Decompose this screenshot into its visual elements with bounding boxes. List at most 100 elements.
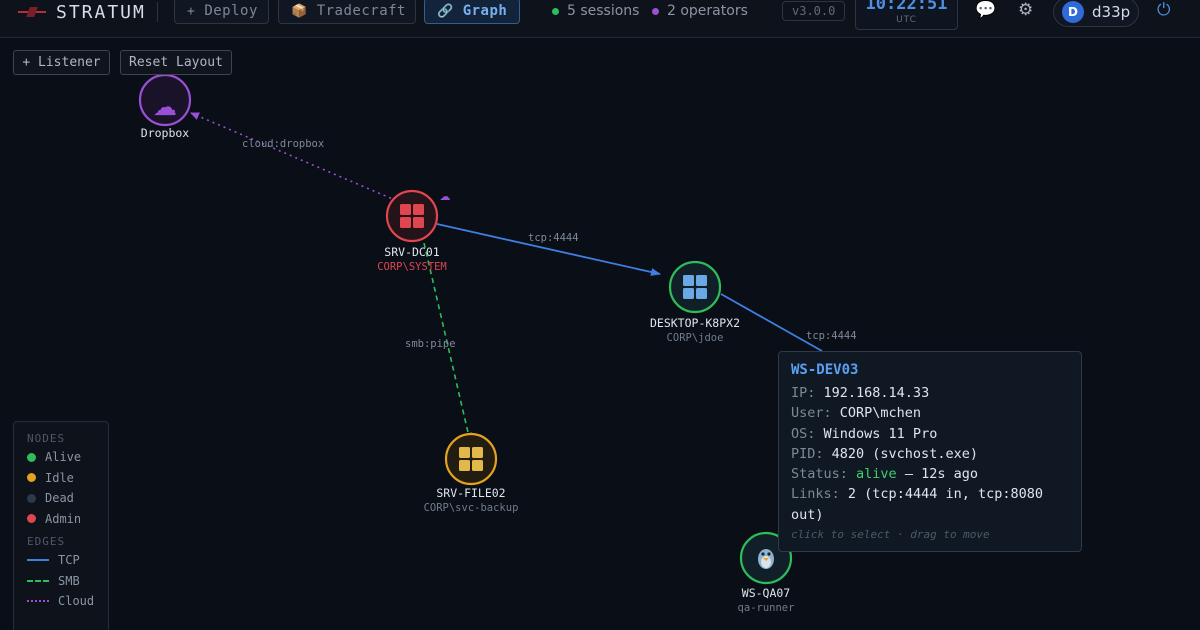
power-icon[interactable]: ⏻	[1157, 0, 1170, 20]
edge-label-tcp-4444-b: tcp:4444	[806, 330, 857, 342]
node-srv-dc01[interactable]: ☁ SRV-DC01 CORP\SYSTEM	[377, 189, 451, 273]
node-name-desktop-k8px2: DESKTOP-K8PX2	[650, 316, 740, 330]
tooltip-value: CORP\mchen	[839, 405, 922, 422]
node-user-desktop-k8px2: CORP\jdoe	[667, 332, 724, 344]
node-tooltip: WS-DEV03 IP: 192.168.14.33 User: CORP\mc…	[778, 351, 1082, 552]
legend-nodes-title: NODES	[27, 432, 66, 445]
tooltip-links: Links: 2 (tcp:4444 in, tcp:8080 out)	[791, 484, 1069, 525]
tooltip-os: OS: Windows 11 Pro	[791, 424, 1069, 444]
clock-time: 10:22:51	[865, 0, 948, 14]
tooltip-key: Links:	[791, 486, 840, 503]
tradecraft-label: Tradecraft	[316, 3, 406, 19]
node-desktop-k8px2[interactable]: DESKTOP-K8PX2 CORP\jdoe	[650, 260, 740, 344]
node-name-ws-qa07: WS-QA07	[742, 586, 791, 600]
header-divider	[157, 2, 158, 22]
node-user-ws-qa07: qa-runner	[738, 602, 795, 614]
deploy-button[interactable]: + Deploy	[174, 0, 269, 24]
operators-status-dot	[652, 7, 659, 15]
tooltip-key: User:	[791, 405, 832, 422]
node-user-srv-dc01: CORP\SYSTEM	[377, 261, 447, 273]
plus-icon: +	[187, 3, 196, 19]
stratum-logo-icon	[18, 7, 46, 17]
idle-dot	[27, 473, 36, 483]
brand-logo: STRATUM	[18, 0, 146, 24]
legend-edges-title: EDGES	[27, 535, 66, 548]
tooltip-pid: PID: 4820 (svchost.exe)	[791, 444, 1069, 464]
legend-item-tcp: TCP	[27, 550, 108, 571]
version-badge: v3.0.0	[782, 1, 846, 21]
tooltip-key: PID:	[791, 445, 824, 462]
tooltip-value: 4820 (svchost.exe)	[831, 445, 978, 462]
cloud-icon: ☁	[153, 93, 177, 121]
sessions-count: 5 sessions	[552, 3, 639, 19]
edge-srv-dc01-desktop-k8px2[interactable]: tcp:4444	[436, 223, 661, 276]
tooltip-status: Status: alive — 12s ago	[791, 464, 1069, 484]
edge-label-smb-pipe: smb:pipe	[405, 338, 456, 350]
graph-button[interactable]: 🔗 Graph	[424, 0, 520, 24]
brand-name: STRATUM	[56, 1, 146, 23]
operators-text: 2 operators	[667, 3, 748, 19]
edge-label-tcp-4444-a: tcp:4444	[528, 232, 579, 244]
sessions-text: 5 sessions	[567, 3, 640, 19]
legend-item-admin: Admin	[27, 509, 108, 530]
tooltip-title: WS-DEV03	[791, 362, 859, 378]
username: d33p	[1092, 3, 1131, 21]
tooltip-user: User: CORP\mchen	[791, 403, 1069, 423]
tcp-line-swatch	[27, 559, 49, 562]
tooltip-key: Status:	[791, 466, 848, 483]
linux-icon	[758, 549, 774, 569]
legend-label: Idle	[45, 470, 74, 485]
node-name-dropbox: Dropbox	[141, 126, 190, 140]
admin-dot	[27, 514, 36, 524]
legend-item-idle: Idle	[27, 468, 108, 489]
edge-srv-dc01-dropbox[interactable]: cloud:dropbox	[190, 112, 403, 204]
tooltip-status-age: — 12s ago	[904, 466, 978, 483]
edge-label-cloud-dropbox: cloud:dropbox	[242, 138, 324, 150]
cloud-line-swatch	[27, 600, 49, 603]
node-srv-file02[interactable]: SRV-FILE02 CORP\svc-backup	[424, 432, 519, 514]
node-name-srv-dc01: SRV-DC01	[384, 245, 439, 259]
sessions-status-dot	[552, 7, 559, 15]
tooltip-ip: IP: 192.168.14.33	[791, 383, 1069, 403]
node-dropbox[interactable]: ☁ Dropbox	[138, 73, 192, 140]
add-listener-button[interactable]: + Listener	[13, 50, 110, 75]
package-icon: 📦	[291, 3, 308, 19]
legend-label: Alive	[45, 450, 82, 465]
top-bar: STRATUM + Deploy 📦 Tradecraft 🔗 Graph 5 …	[0, 0, 1200, 38]
legend-label: SMB	[58, 573, 80, 588]
utc-clock: 10:22:51 UTC	[855, 0, 958, 30]
link-icon: 🔗	[437, 3, 454, 19]
gear-icon[interactable]: ⚙	[1018, 0, 1033, 20]
edge-desktop-k8px2-ws-dev03[interactable]: tcp:4444	[720, 293, 857, 352]
deploy-label: Deploy	[204, 3, 258, 19]
operators-count: 2 operators	[652, 3, 748, 19]
chat-icon[interactable]: 💬	[975, 0, 996, 20]
tooltip-key: IP:	[791, 385, 816, 401]
clock-zone: UTC	[896, 15, 917, 25]
tooltip-value: 192.168.14.33	[823, 385, 930, 401]
cloud-badge-icon: ☁	[440, 190, 451, 203]
legend-item-smb: SMB	[27, 571, 108, 592]
tradecraft-button[interactable]: 📦 Tradecraft	[278, 0, 416, 24]
node-user-srv-file02: CORP\svc-backup	[424, 502, 519, 514]
graph-label: Graph	[462, 3, 508, 19]
tooltip-hint: click to select · drag to move	[791, 528, 990, 542]
user-menu[interactable]: D d33p	[1053, 0, 1139, 27]
reset-layout-button[interactable]: Reset Layout	[120, 50, 232, 75]
smb-line-swatch	[27, 579, 49, 582]
alive-dot	[27, 452, 36, 462]
legend-label: Cloud	[58, 594, 95, 609]
graph-legend: NODES Alive Idle Dead Admin EDGES TCP SM…	[13, 421, 109, 630]
node-name-srv-file02: SRV-FILE02	[436, 486, 505, 500]
avatar: D	[1062, 1, 1084, 23]
legend-item-cloud: Cloud	[27, 591, 108, 612]
legend-label: TCP	[58, 553, 80, 568]
legend-label: Admin	[45, 511, 82, 526]
tooltip-status-value: alive	[856, 466, 897, 483]
tooltip-value: Windows 11 Pro	[823, 425, 938, 442]
legend-item-alive: Alive	[27, 447, 108, 468]
legend-label: Dead	[45, 491, 74, 506]
legend-item-dead: Dead	[27, 488, 108, 509]
dead-dot	[27, 493, 36, 503]
tooltip-key: OS:	[791, 425, 816, 442]
